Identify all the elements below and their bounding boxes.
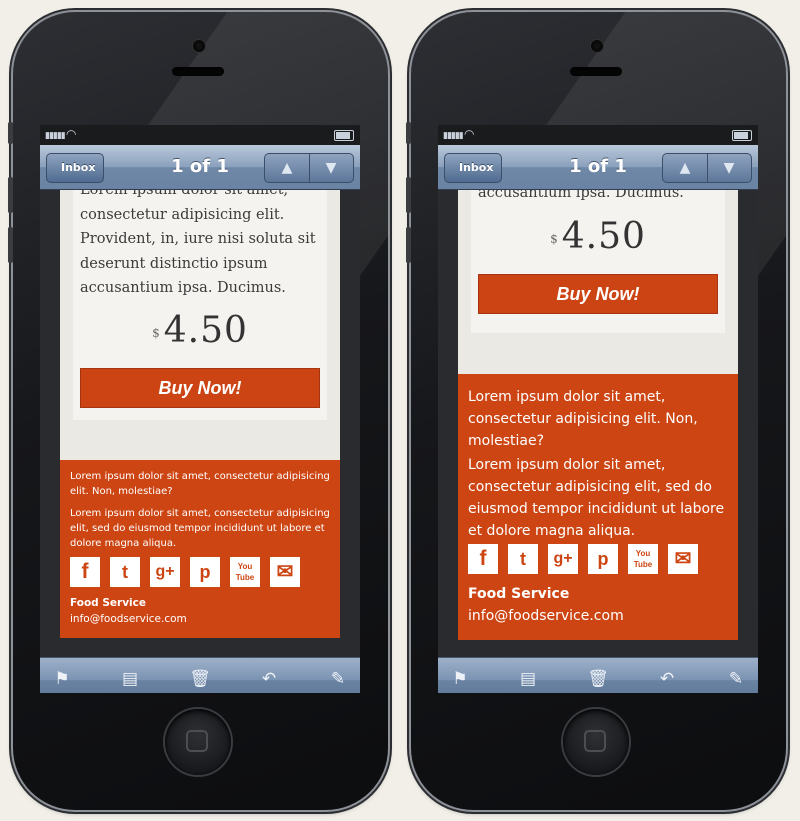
currency-symbol: $ bbox=[550, 232, 558, 246]
screen: ▮▮▮▮▮ ◠ Inbox 1 of 1 ▲ ▼ Lorem ipsum dol… bbox=[40, 125, 360, 693]
mute-switch bbox=[406, 122, 411, 144]
flag-icon[interactable]: ⚑ bbox=[448, 667, 472, 691]
volume-up-button bbox=[8, 177, 13, 213]
inbox-back-button[interactable]: Inbox bbox=[46, 153, 105, 183]
mail-toolbar: ⚑ ▤ 🗑 ↶ ✎ bbox=[438, 657, 758, 693]
status-bar: ▮▮▮▮▮ ◠ bbox=[40, 125, 360, 145]
social-links: f t g+ p You Tube ✉ bbox=[468, 544, 708, 574]
company-name: Food Service bbox=[468, 586, 570, 602]
product-description: Lorem ipsum dolor sit amet, consectetur … bbox=[80, 190, 316, 296]
status-bar: ▮▮▮▮▮ ◠ bbox=[438, 125, 758, 145]
trash-icon[interactable]: 🗑 bbox=[586, 667, 610, 691]
message-nav-segment: ▲ ▼ bbox=[264, 153, 354, 183]
pinterest-icon[interactable]: p bbox=[588, 544, 618, 574]
home-square-icon bbox=[584, 730, 606, 752]
price: $4.50 bbox=[471, 216, 725, 257]
email-content[interactable]: Lorem ipsum dolor sit amet, consectetur … bbox=[40, 190, 360, 656]
next-message-button[interactable]: ▼ bbox=[309, 154, 353, 182]
move-to-folder-icon[interactable]: ▤ bbox=[118, 667, 142, 691]
facebook-icon[interactable]: f bbox=[468, 544, 498, 574]
product-card: accusantium ipsa. Ducimus. $4.50 Buy Now… bbox=[458, 190, 738, 374]
message-counter: 1 of 1 bbox=[569, 156, 627, 177]
home-button[interactable] bbox=[165, 709, 231, 775]
earpiece-speaker bbox=[570, 67, 622, 76]
battery-icon bbox=[334, 130, 354, 141]
message-counter: 1 of 1 bbox=[171, 156, 229, 177]
footer-text-1: Lorem ipsum dolor sit amet, consectetur … bbox=[70, 471, 330, 497]
navigation-bar: Inbox 1 of 1 ▲ ▼ bbox=[438, 145, 758, 190]
youtube-icon[interactable]: You Tube bbox=[230, 557, 260, 587]
email-footer: Lorem ipsum dolor sit amet, consectetur … bbox=[458, 374, 738, 640]
wifi-icon: ◠ bbox=[66, 127, 77, 141]
volume-down-button bbox=[406, 227, 411, 263]
pinterest-icon[interactable]: p bbox=[190, 557, 220, 587]
signal-icon: ▮▮▮▮▮ bbox=[45, 131, 66, 141]
footer-text-2: Lorem ipsum dolor sit amet, consectetur … bbox=[468, 457, 725, 539]
signal-icon: ▮▮▮▮▮ bbox=[443, 131, 464, 141]
previous-message-button[interactable]: ▲ bbox=[663, 154, 708, 182]
trash-icon[interactable]: 🗑 bbox=[188, 667, 212, 691]
price: $4.50 bbox=[73, 310, 327, 351]
mail-icon[interactable]: ✉ bbox=[270, 557, 300, 587]
phone-left: ▮▮▮▮▮ ◠ Inbox 1 of 1 ▲ ▼ Lorem ipsum dol… bbox=[8, 12, 388, 810]
facebook-icon[interactable]: f bbox=[70, 557, 100, 587]
inbox-back-button[interactable]: Inbox bbox=[444, 153, 503, 183]
home-button[interactable] bbox=[563, 709, 629, 775]
compose-icon[interactable]: ✎ bbox=[326, 667, 350, 691]
twitter-icon[interactable]: t bbox=[508, 544, 538, 574]
screen: ▮▮▮▮▮ ◠ Inbox 1 of 1 ▲ ▼ accusantium ips… bbox=[438, 125, 758, 693]
product-card: Lorem ipsum dolor sit amet, consectetur … bbox=[60, 190, 340, 460]
message-nav-segment: ▲ ▼ bbox=[662, 153, 752, 183]
buy-now-button[interactable]: Buy Now! bbox=[478, 274, 718, 314]
footer-text-2: Lorem ipsum dolor sit amet, consectetur … bbox=[70, 508, 330, 549]
twitter-icon[interactable]: t bbox=[110, 557, 140, 587]
home-square-icon bbox=[186, 730, 208, 752]
price-amount: 4.50 bbox=[163, 310, 248, 351]
product-panel: accusantium ipsa. Ducimus. $4.50 Buy Now… bbox=[471, 190, 725, 333]
buy-now-button[interactable]: Buy Now! bbox=[80, 368, 320, 408]
reply-icon[interactable]: ↶ bbox=[257, 667, 281, 691]
front-camera bbox=[591, 40, 603, 52]
mail-icon[interactable]: ✉ bbox=[668, 544, 698, 574]
product-description: accusantium ipsa. Ducimus. bbox=[478, 190, 684, 201]
earpiece-speaker bbox=[172, 67, 224, 76]
front-camera bbox=[193, 40, 205, 52]
currency-symbol: $ bbox=[152, 326, 160, 340]
contact-email-link[interactable]: info@foodservice.com bbox=[468, 608, 624, 624]
mute-switch bbox=[8, 122, 13, 144]
google-plus-icon[interactable]: g+ bbox=[150, 557, 180, 587]
email-content[interactable]: accusantium ipsa. Ducimus. $4.50 Buy Now… bbox=[438, 190, 758, 656]
flag-icon[interactable]: ⚑ bbox=[50, 667, 74, 691]
next-message-button[interactable]: ▼ bbox=[707, 154, 751, 182]
wifi-icon: ◠ bbox=[464, 127, 475, 141]
contact-email-link[interactable]: info@foodservice.com bbox=[70, 613, 187, 625]
battery-icon bbox=[732, 130, 752, 141]
navigation-bar: Inbox 1 of 1 ▲ ▼ bbox=[40, 145, 360, 190]
mail-toolbar: ⚑ ▤ 🗑 ↶ ✎ bbox=[40, 657, 360, 693]
footer-text-1: Lorem ipsum dolor sit amet, consectetur … bbox=[468, 389, 698, 449]
phone-right: ▮▮▮▮▮ ◠ Inbox 1 of 1 ▲ ▼ accusantium ips… bbox=[406, 12, 786, 810]
email-footer: Lorem ipsum dolor sit amet, consectetur … bbox=[60, 460, 340, 638]
google-plus-icon[interactable]: g+ bbox=[548, 544, 578, 574]
youtube-icon[interactable]: You Tube bbox=[628, 544, 658, 574]
previous-message-button[interactable]: ▲ bbox=[265, 154, 310, 182]
move-to-folder-icon[interactable]: ▤ bbox=[516, 667, 540, 691]
volume-up-button bbox=[406, 177, 411, 213]
price-amount: 4.50 bbox=[561, 216, 646, 257]
reply-icon[interactable]: ↶ bbox=[655, 667, 679, 691]
product-panel: Lorem ipsum dolor sit amet, consectetur … bbox=[73, 190, 327, 420]
volume-down-button bbox=[8, 227, 13, 263]
company-name: Food Service bbox=[70, 597, 146, 609]
compose-icon[interactable]: ✎ bbox=[724, 667, 748, 691]
social-links: f t g+ p You Tube ✉ bbox=[70, 557, 310, 587]
